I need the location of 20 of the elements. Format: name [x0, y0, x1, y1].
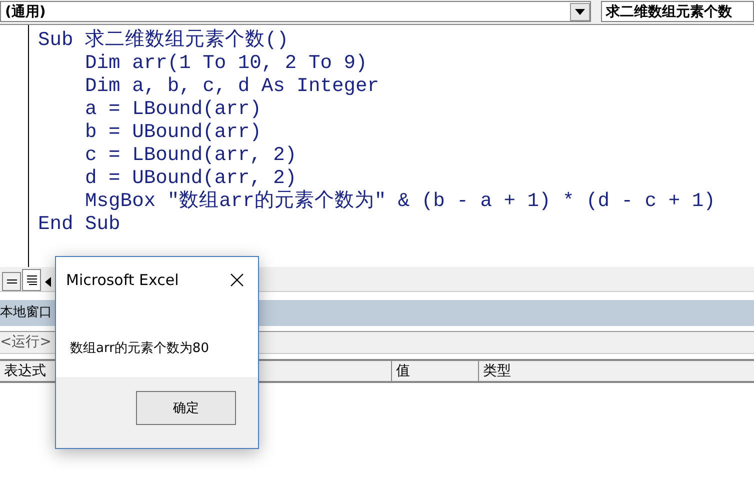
code-line: End Sub: [38, 213, 122, 236]
column-header[interactable]: 类型: [479, 361, 754, 381]
code-line: d = UBound(arr, 2): [84, 167, 298, 190]
code-line: Dim arr(1 To 10, 2 To 9): [84, 52, 368, 75]
ok-button[interactable]: 确定: [136, 391, 236, 425]
code-line: a = LBound(arr): [84, 98, 262, 121]
list-icon: [26, 275, 36, 285]
object-combo[interactable]: (通用): [0, 1, 591, 22]
lines-icon: [6, 278, 16, 284]
dialog-title: Microsoft Excel: [66, 271, 179, 289]
module-view-button[interactable]: [22, 269, 41, 291]
code-line: MsgBox "数组arr的元素个数为" & (b - a + 1) * (d - c + 1): [84, 190, 716, 213]
code-line: Sub 求二维数组元素个数(): [38, 29, 290, 52]
code-line: Dim a, b, c, d As Integer: [84, 75, 380, 98]
procedure-combo[interactable]: 求二维数组元素个数: [601, 1, 754, 22]
procedure-view-button[interactable]: [2, 272, 21, 291]
code-line: b = UBound(arr): [84, 121, 262, 144]
code-line: c = LBound(arr, 2): [84, 144, 298, 167]
column-header[interactable]: 值: [392, 361, 479, 381]
close-icon[interactable]: [230, 273, 244, 287]
